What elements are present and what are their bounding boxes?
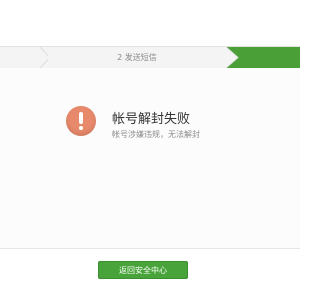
result-title: 帐号解封失败 bbox=[112, 112, 191, 127]
step-active-arrow-icon bbox=[226, 47, 247, 68]
exclamation-circle-icon bbox=[66, 106, 96, 136]
unblock-result-page: 2 发送短信 帐号解封失败 帐号涉嫌违规，无法解封 返回安全中心 bbox=[0, 0, 300, 300]
step-2-send-sms: 2 发送短信 bbox=[48, 47, 226, 68]
exclamation-dot bbox=[79, 126, 83, 130]
return-security-center-button[interactable]: 返回安全中心 bbox=[98, 261, 188, 279]
exclamation-bar bbox=[79, 112, 83, 124]
result-description: 帐号涉嫌违规，无法解封 bbox=[112, 130, 200, 139]
step-progress-bar: 2 发送短信 bbox=[0, 46, 300, 69]
footer: 返回安全中心 bbox=[0, 249, 300, 300]
result-panel: 帐号解封失败 帐号涉嫌违规，无法解封 bbox=[0, 68, 300, 249]
